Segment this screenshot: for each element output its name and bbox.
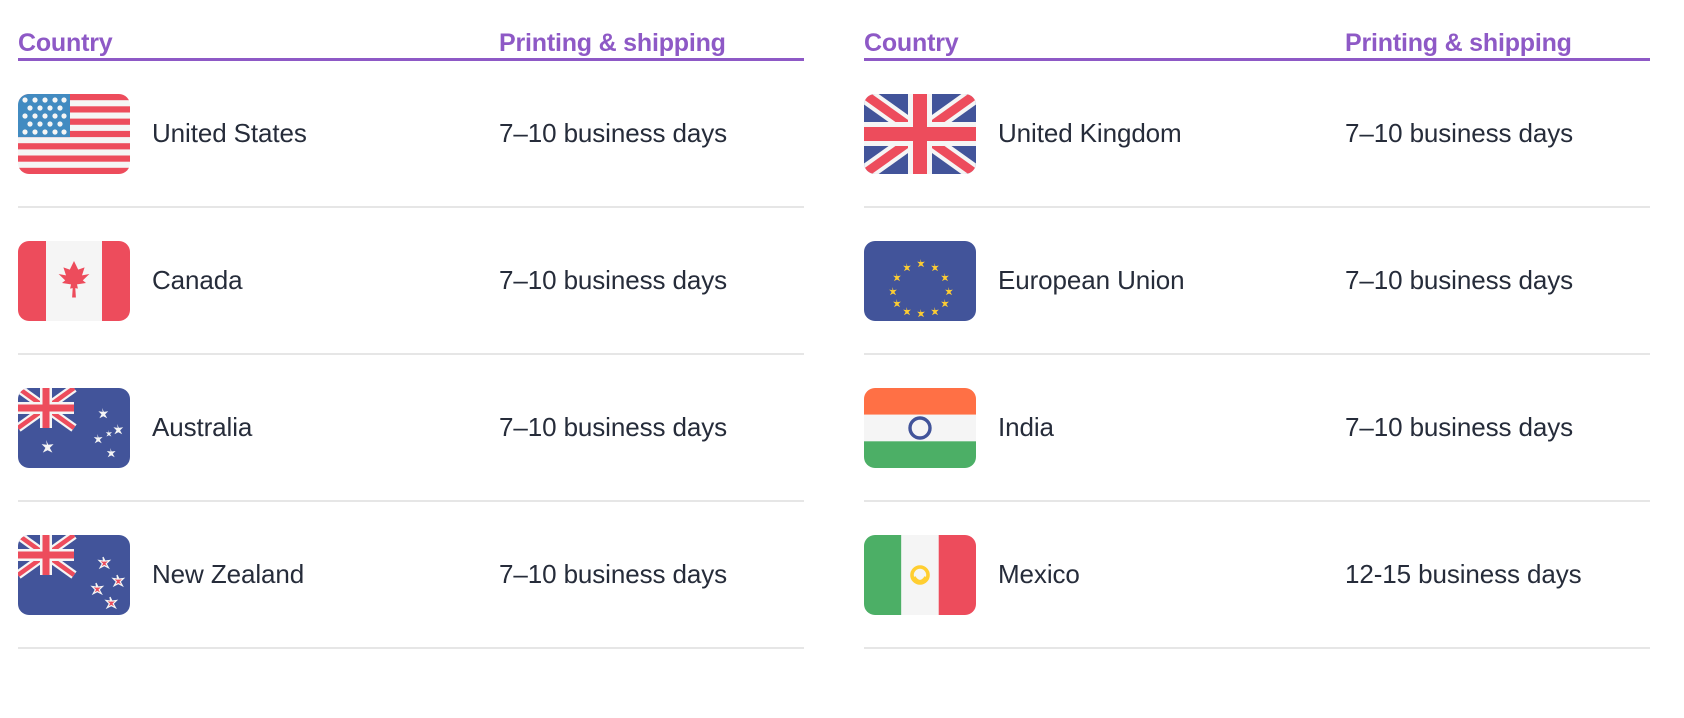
country-label: Canada (152, 265, 243, 295)
column-header-shipping: Printing & shipping (1345, 29, 1572, 57)
table-row: United States 7–10 business days (18, 61, 804, 206)
shipping-time-label: 7–10 business days (1345, 118, 1574, 148)
table-row: Canada 7–10 business days (18, 208, 804, 353)
shipping-time-label: 7–10 business days (499, 412, 728, 442)
shipping-time-label: 7–10 business days (1345, 412, 1574, 442)
table-row: Mexico 12-15 business days (864, 502, 1650, 647)
column-header-country: Country (18, 29, 113, 57)
cell-country: United Kingdom (864, 93, 1339, 174)
table-row: India 7–10 business days (864, 355, 1650, 500)
country-label: United Kingdom (998, 118, 1182, 148)
shipping-times-tables: Country Printing & shipping United State… (0, 0, 1684, 718)
flag-gb-icon (864, 93, 976, 174)
shipping-table-left: Country Printing & shipping United State… (0, 0, 842, 718)
flag-ca-icon (18, 240, 130, 321)
row-divider (864, 647, 1650, 649)
country-label: European Union (998, 265, 1185, 295)
country-label: New Zealand (152, 559, 305, 589)
cell-country: Canada (18, 240, 493, 321)
row-divider (18, 647, 804, 649)
table-body: United Kingdom 7–10 business days Europe… (864, 61, 1650, 649)
table-body: United States 7–10 business days Canada (18, 61, 804, 649)
table-row: Australia 7–10 business days (18, 355, 804, 500)
cell-country: New Zealand (18, 534, 493, 615)
country-label: Australia (152, 412, 253, 442)
table-header-row: Country Printing & shipping (18, 0, 804, 58)
column-header-country: Country (864, 29, 959, 57)
flag-au-icon (18, 387, 130, 468)
column-header-shipping: Printing & shipping (499, 29, 726, 57)
cell-country: Mexico (864, 534, 1339, 615)
country-label: United States (152, 118, 307, 148)
shipping-time-label: 7–10 business days (499, 265, 728, 295)
cell-country: European Union (864, 240, 1339, 321)
flag-mx-icon (864, 534, 976, 615)
table-header-row: Country Printing & shipping (864, 0, 1650, 58)
flag-us-icon (18, 93, 130, 174)
cell-country: United States (18, 93, 493, 174)
table-row: New Zealand 7–10 business days (18, 502, 804, 647)
flag-in-icon (864, 387, 976, 468)
cell-country: India (864, 387, 1339, 468)
shipping-time-label: 12-15 business days (1345, 559, 1582, 589)
country-label: Mexico (998, 559, 1080, 589)
table-row: United Kingdom 7–10 business days (864, 61, 1650, 206)
cell-country: Australia (18, 387, 493, 468)
flag-nz-icon (18, 534, 130, 615)
table-row: European Union 7–10 business days (864, 208, 1650, 353)
shipping-table-right: Country Printing & shipping United Kingd… (842, 0, 1684, 718)
flag-eu-icon (864, 240, 976, 321)
shipping-time-label: 7–10 business days (1345, 265, 1574, 295)
country-label: India (998, 412, 1054, 442)
shipping-time-label: 7–10 business days (499, 118, 728, 148)
shipping-time-label: 7–10 business days (499, 559, 728, 589)
